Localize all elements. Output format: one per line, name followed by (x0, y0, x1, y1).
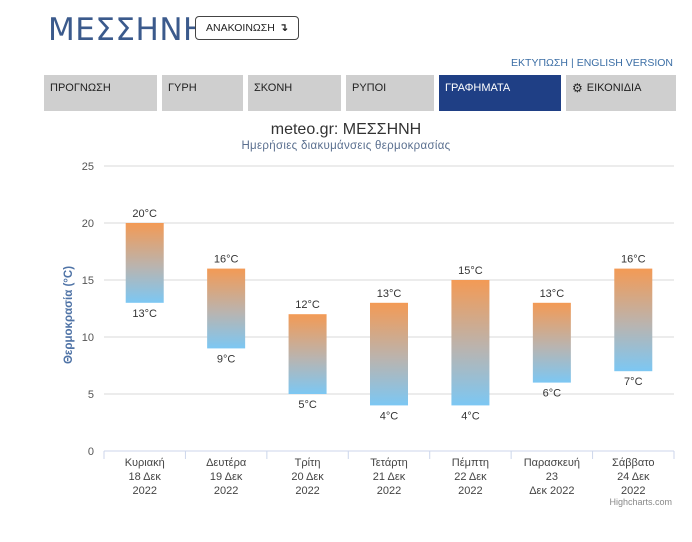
temperature-range-bar (288, 314, 327, 394)
main-nav: ΠΡΟΓΝΩΣΗ ΓΥΡΗ ΣΚΟΝΗ ΡΥΠΟΙ ΓΡΑΦΗΜΑΤΑ ⚙ ΕΙ… (44, 75, 681, 111)
announcement-button[interactable]: ΑΝΑΚΟΙΝΩΣΗ ↴ (195, 16, 300, 40)
low-temp-label: 13°C (132, 308, 157, 320)
x-category-label: 2022 (132, 485, 156, 497)
tab-dust[interactable]: ΣΚΟΝΗ (248, 75, 341, 111)
y-tick-label: 5 (88, 389, 94, 401)
x-category-label: 2022 (377, 485, 401, 497)
high-temp-label: 12°C (295, 299, 320, 311)
x-category-label: 18 Δεκ (128, 471, 161, 483)
temperature-range-bar (614, 268, 653, 372)
low-temp-label: 4°C (461, 410, 480, 422)
tab-pollen[interactable]: ΓΥΡΗ (162, 75, 243, 111)
y-tick-label: 0 (88, 446, 94, 458)
x-category-label: Τρίτη (295, 457, 321, 469)
temperature-range-bar (207, 268, 246, 349)
x-category-label: Σάββατο (612, 457, 654, 469)
x-category-label: Παρασκευή (524, 457, 580, 469)
high-temp-label: 13°C (540, 288, 565, 300)
tab-label: ΠΡΟΓΝΩΣΗ (50, 82, 111, 94)
temperature-range-bar (370, 302, 408, 406)
low-temp-label: 5°C (298, 399, 317, 411)
x-category-label: 23 (546, 471, 558, 483)
print-link[interactable]: ΕΚΤΥΠΩΣΗ (511, 57, 568, 69)
x-category-label: 21 Δεκ (373, 471, 406, 483)
tab-label: ΓΡΑΦΗΜΑΤΑ (445, 82, 511, 94)
tab-icons[interactable]: ⚙ ΕΙΚΟΝΙΔΙΑ (566, 75, 676, 111)
high-temp-label: 15°C (458, 265, 483, 277)
x-category-label: Δεκ 2022 (529, 485, 574, 497)
temperature-range-bar (532, 302, 571, 383)
chart-title: meteo.gr: ΜΕΣΣΗΝΗ (270, 121, 422, 138)
temperature-range-bar (125, 223, 164, 303)
x-category-label: Πέμπτη (452, 457, 489, 469)
announcement-label: ΑΝΑΚΟΙΝΩΣΗ (206, 22, 275, 34)
y-axis-title: Θερμοκρασία (°C) (63, 266, 75, 364)
x-category-label: 19 Δεκ (210, 471, 243, 483)
tab-charts[interactable]: ΓΡΑΦΗΜΑΤΑ (439, 75, 561, 111)
english-version-link[interactable]: ENGLISH VERSION (577, 57, 673, 69)
high-temp-label: 13°C (377, 288, 402, 300)
low-temp-label: 6°C (543, 388, 562, 400)
x-category-label: 22 Δεκ (454, 471, 487, 483)
x-category-label: 20 Δεκ (291, 471, 324, 483)
x-category-label: 2022 (214, 485, 238, 497)
x-category-label: 2022 (295, 485, 319, 497)
temperature-range-bar (451, 280, 490, 406)
tab-label: ΣΚΟΝΗ (254, 82, 293, 94)
y-tick-label: 20 (82, 218, 94, 230)
y-tick-label: 25 (82, 161, 94, 173)
y-tick-label: 15 (82, 275, 94, 287)
tab-forecast[interactable]: ΠΡΟΓΝΩΣΗ (44, 75, 157, 111)
tab-label: ΡΥΠΟΙ (352, 82, 387, 94)
high-temp-label: 20°C (132, 208, 157, 220)
highcharts-credits[interactable]: Highcharts.com (609, 497, 672, 507)
x-category-label: Δευτέρα (206, 457, 247, 469)
y-tick-label: 10 (82, 332, 94, 344)
tab-label: ΓΥΡΗ (168, 82, 197, 94)
low-temp-label: 9°C (217, 353, 236, 365)
x-category-label: Κυριακή (125, 457, 165, 469)
top-links: ΕΚΤΥΠΩΣΗ | ENGLISH VERSION (511, 57, 673, 69)
low-temp-label: 4°C (380, 410, 399, 422)
tab-label: ΕΙΚΟΝΙΔΙΑ (586, 82, 642, 94)
link-separator: | (570, 57, 574, 69)
x-category-label: 2022 (621, 485, 645, 497)
low-temp-label: 7°C (624, 376, 643, 388)
temperature-range-chart: 0 5 10 15 20 25 20°C 13°C Κυριακή 18 Δεκ 2022 16°C… (63, 161, 675, 497)
city-title: ΜΕΣΣΗΝΗ (48, 12, 207, 48)
tab-pollutants[interactable]: ΡΥΠΟΙ (346, 75, 434, 111)
header: ΜΕΣΣΗΝΗ ΑΝΑΚΟΙΝΩΣΗ ↴ ΕΚΤΥΠΩΣΗ | ENGLISH … (0, 0, 692, 70)
high-temp-label: 16°C (214, 254, 239, 266)
x-category-label: 24 Δεκ (617, 471, 650, 483)
x-category-label: Τετάρτη (370, 457, 408, 469)
high-temp-label: 16°C (621, 254, 646, 266)
arrow-down-icon: ↴ (278, 22, 289, 34)
x-category-label: 2022 (458, 485, 482, 497)
gear-icon: ⚙ (572, 81, 583, 95)
